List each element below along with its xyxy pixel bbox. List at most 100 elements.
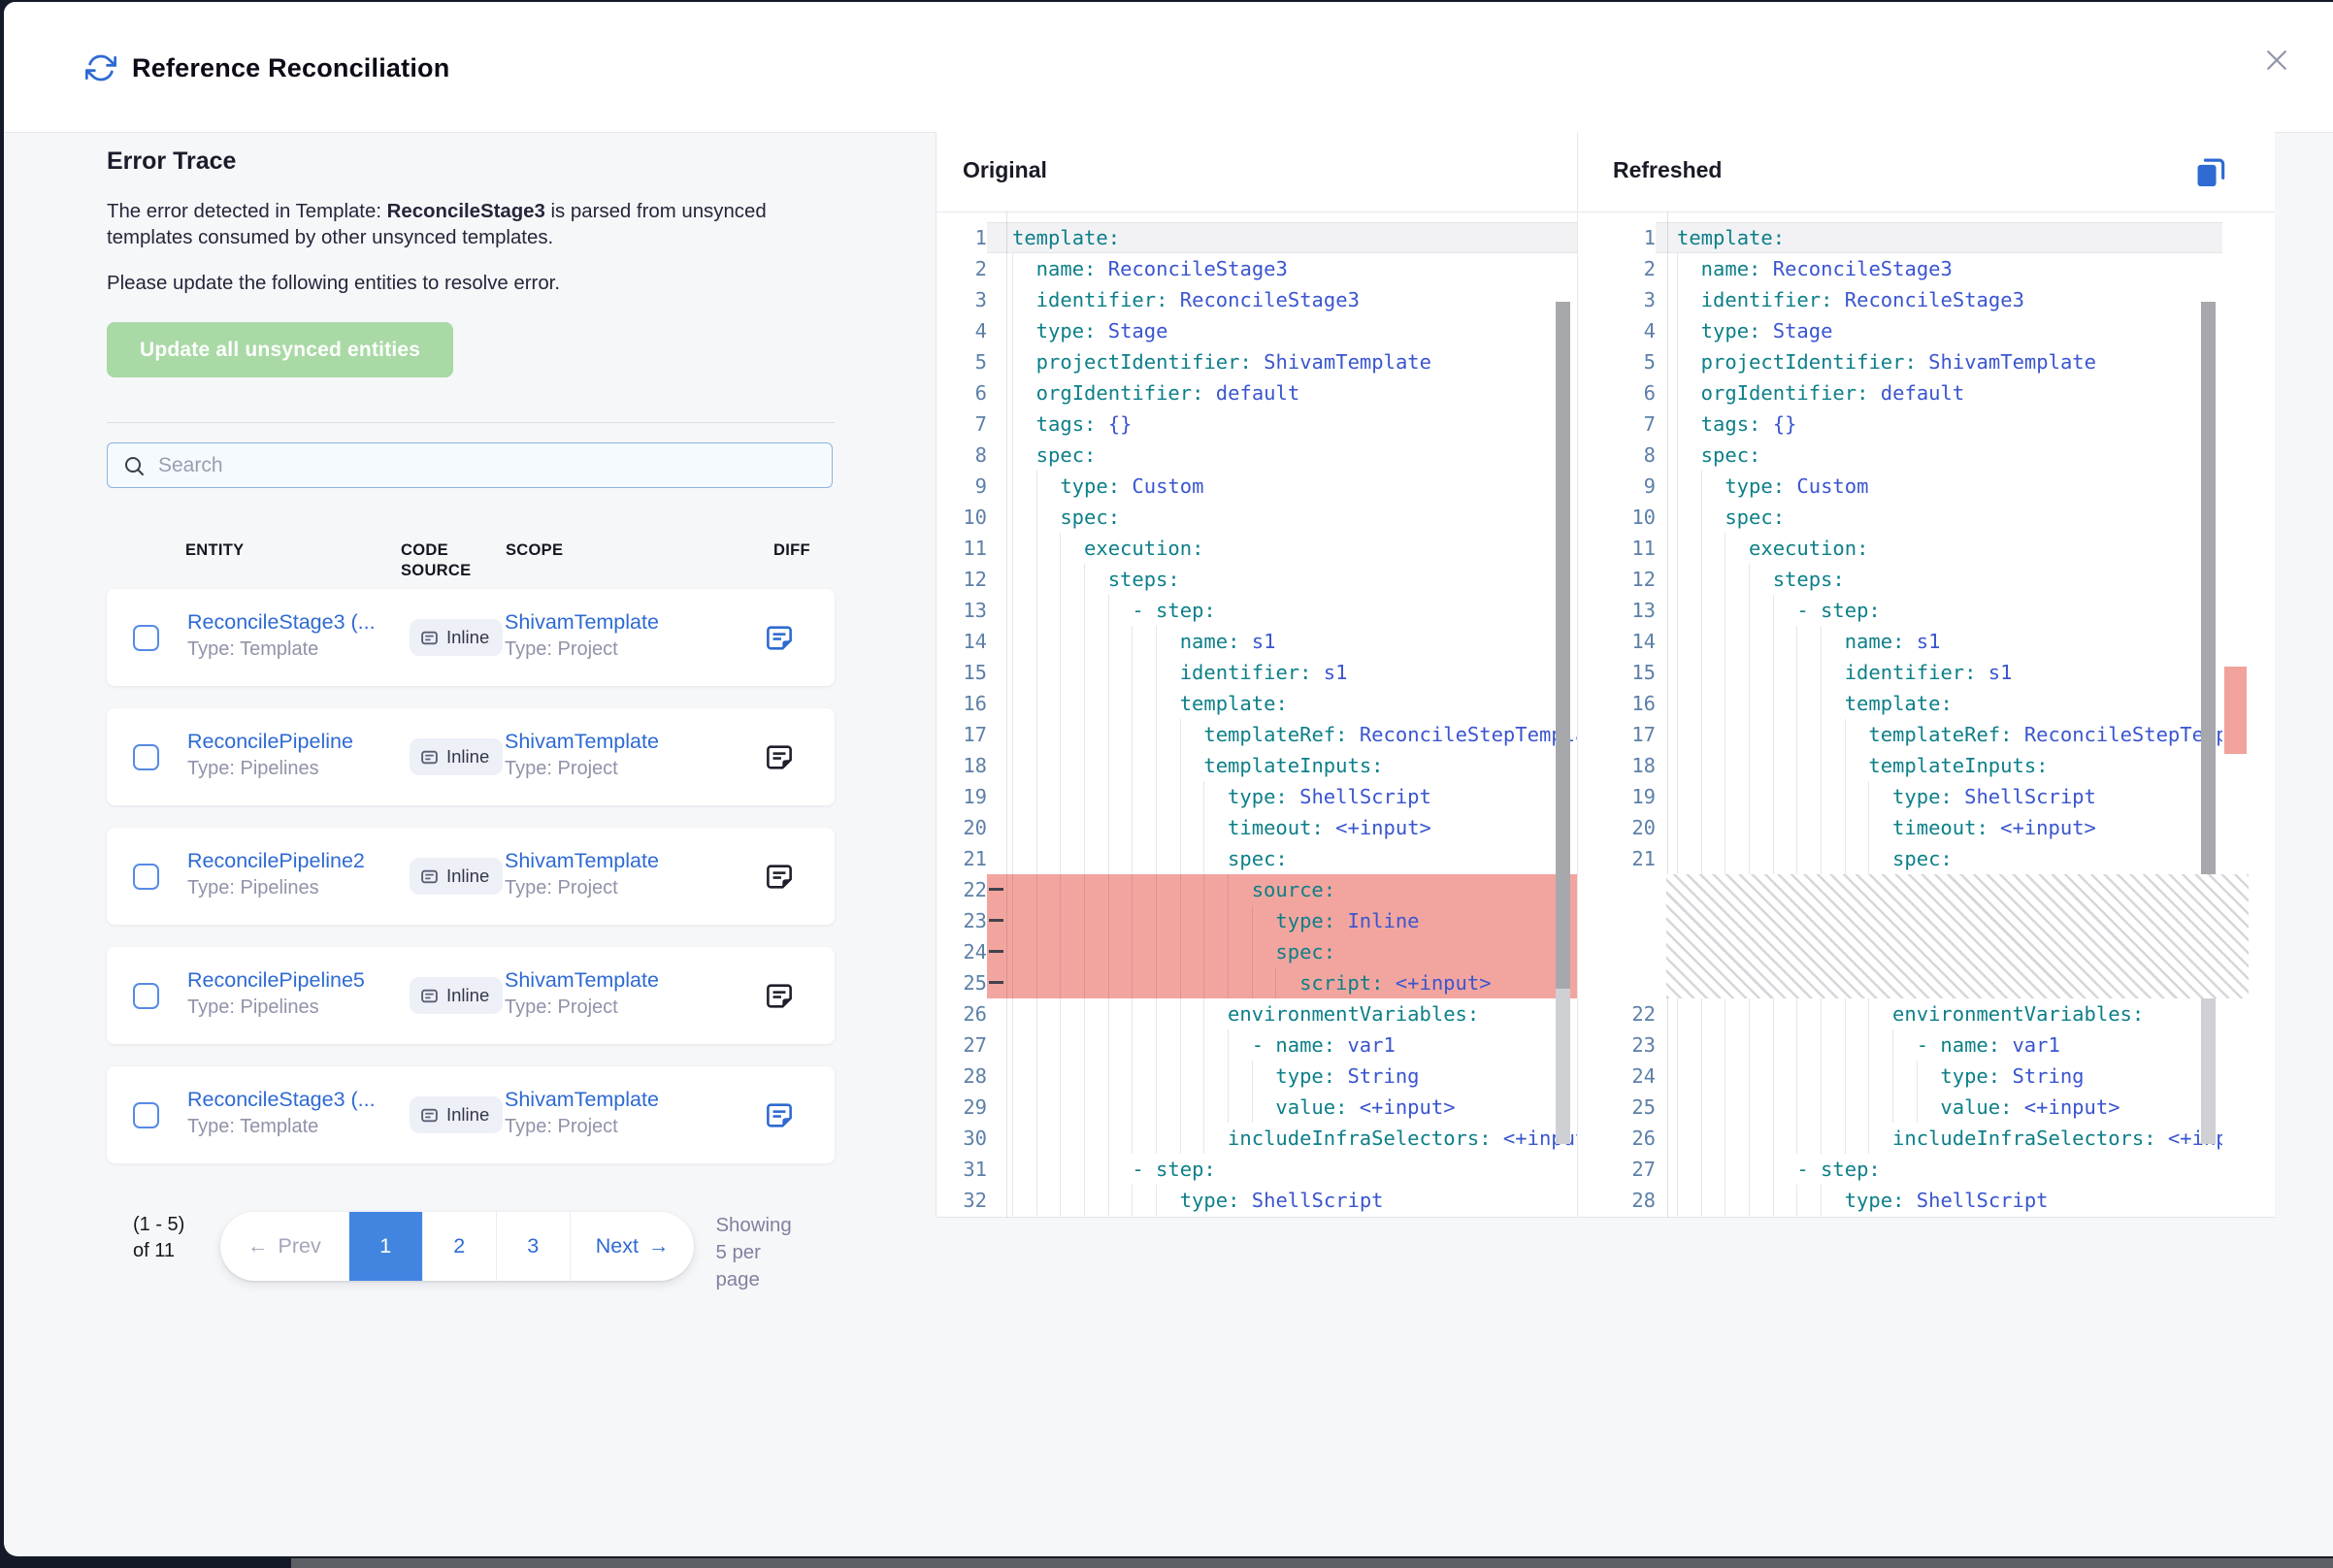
entity-type: Type: Template [187,638,403,661]
code-line: 28 type: String [936,1061,1577,1092]
inline-store-icon [420,987,439,1005]
table-row: ReconcilePipeline5 Type: Pipelines InlineS… [107,947,835,1044]
entity-link[interactable]: ReconcilePipeline5 [187,968,403,993]
code-line: 21 spec: [1578,843,2222,874]
entity-type: Type: Template [187,1116,403,1138]
refreshed-scrollbar-track [2201,989,2216,1144]
search-input[interactable] [156,453,832,478]
column-scope: SCOPE [506,540,563,561]
row-checkbox[interactable] [133,983,159,1009]
entity-link[interactable]: ReconcilePipeline [187,730,403,754]
code-line: 9 type: Custom [1578,471,2222,502]
entity-link[interactable]: ReconcilePipeline2 [187,849,403,873]
code-line: 7 tags: {} [1578,408,2222,440]
scope-type: Type: Project [505,877,738,899]
page-button-2[interactable]: 2 [423,1212,497,1281]
original-code-lines: 1template:2 name: ReconcileStage33 ident… [936,212,1577,1218]
row-checkbox[interactable] [133,864,159,890]
code-line: 27 - step: [1578,1154,2222,1185]
refreshed-code-panel: 1template:2 name: ReconcileStage33 ident… [1578,212,2222,1218]
diff-ruler-removed-marker [2224,667,2247,754]
code-line: 1template: [1578,222,2222,253]
table-row: ReconcileStage3 (... Type: Template Inline… [107,589,835,686]
code-line: 3 identifier: ReconcileStage3 [936,284,1577,315]
page-button-3[interactable]: 3 [497,1212,571,1281]
code-line: 6 orgIdentifier: default [1578,377,2222,408]
code-line: 23 - name: var1 [1578,1029,2222,1061]
entity-link[interactable]: ReconcileStage3 (... [187,1088,403,1112]
next-button[interactable]: Next→ [571,1212,695,1281]
diff-headers: Original Refreshed [936,132,2275,212]
code-source-badge: Inline [410,977,503,1014]
code-line: 19 type: ShellScript [936,781,1577,812]
code-line: 19 type: ShellScript [1578,781,2222,812]
code-line: 21 spec: [936,843,1577,874]
code-line: 14 name: s1 [1578,626,2222,657]
code-source-badge: Inline [410,619,503,656]
column-diff: DIFF [773,540,810,561]
diff-file-icon[interactable] [763,741,796,772]
code-line: 5 projectIdentifier: ShivamTemplate [936,346,1577,377]
entity-link[interactable]: ReconcileStage3 (... [187,610,403,635]
arrow-left-icon: ← [247,1234,269,1258]
diff-file-icon[interactable] [763,1099,796,1130]
scope-type: Type: Project [505,996,738,1019]
removed-block-placeholder [1666,874,2249,998]
code-line: 22 source: [936,874,1577,905]
original-panel-title: Original [963,157,1047,183]
entity-type: Type: Pipelines [187,996,403,1019]
prev-button[interactable]: ←Prev [220,1212,349,1281]
code-source-label: Inline [446,746,489,768]
inline-store-icon [420,748,439,767]
row-checkbox[interactable] [133,1102,159,1128]
code-line: 5 projectIdentifier: ShivamTemplate [1578,346,2222,377]
code-line: 10 spec: [936,502,1577,533]
code-line: 23 type: Inline [936,905,1577,936]
error-trace-instruction: Please update the following entities to … [107,271,835,297]
code-line: 15 identifier: s1 [936,657,1577,688]
gutter-divider [1006,212,1007,1218]
scope-link[interactable]: ShivamTemplate [505,1088,738,1112]
original-code-panel: 1template:2 name: ReconcileStage33 ident… [936,212,1577,1218]
original-vertical-scrollbar[interactable] [1556,302,1570,989]
close-icon[interactable] [2257,41,2296,80]
code-line: 4 type: Stage [1578,315,2222,346]
code-line: 17 templateRef: ReconcileStepTemplate [1578,719,2222,750]
row-checkbox[interactable] [133,744,159,770]
scope-link[interactable]: ShivamTemplate [505,610,738,635]
entity-type: Type: Pipelines [187,758,403,780]
code-line: 24 spec: [936,936,1577,967]
scope-link[interactable]: ShivamTemplate [505,968,738,993]
code-line: 31 - step: [936,1154,1577,1185]
refresh-icon [85,52,116,83]
code-line: 26 environmentVariables: [936,998,1577,1029]
entity-type: Type: Pipelines [187,877,403,899]
arrow-right-icon: → [648,1234,670,1258]
page-horizontal-scrollbar[interactable] [291,1558,2333,1568]
diff-file-icon[interactable] [763,861,796,892]
reference-reconciliation-dialog: Reference Reconciliation Error Trace The… [4,2,2333,1556]
scope-link[interactable]: ShivamTemplate [505,730,738,754]
row-checkbox[interactable] [133,625,159,651]
diff-file-icon[interactable] [763,622,796,653]
code-line: 25 script: <+input> [936,967,1577,998]
page-button-1[interactable]: 1 [349,1212,423,1281]
code-source-badge: Inline [410,1096,503,1133]
table-row: ReconcilePipeline Type: Pipelines Inline Sh… [107,708,835,805]
pagination-pill: ←Prev 123 Next→ [220,1212,694,1281]
copy-icon[interactable] [2192,153,2229,190]
diff-file-icon[interactable] [763,980,796,1011]
refreshed-panel-title: Refreshed [1613,157,1722,183]
code-line: 16 template: [936,688,1577,719]
update-all-unsynced-entities-button[interactable]: Update all unsynced entities [107,322,453,377]
original-scrollbar-track [1556,989,1570,1144]
table-header: ENTITY CODE SOURCE SCOPE DIFF [107,517,835,589]
scope-link[interactable]: ShivamTemplate [505,849,738,873]
code-line: 8 spec: [936,440,1577,471]
code-line: 2 name: ReconcileStage3 [1578,253,2222,284]
code-line: 29 value: <+input> [936,1092,1577,1123]
divider [107,422,835,423]
code-line: 2 name: ReconcileStage3 [936,253,1577,284]
code-line: 10 spec: [1578,502,2222,533]
table-row: ReconcileStage3 (... Type: Template Inline… [107,1066,835,1163]
